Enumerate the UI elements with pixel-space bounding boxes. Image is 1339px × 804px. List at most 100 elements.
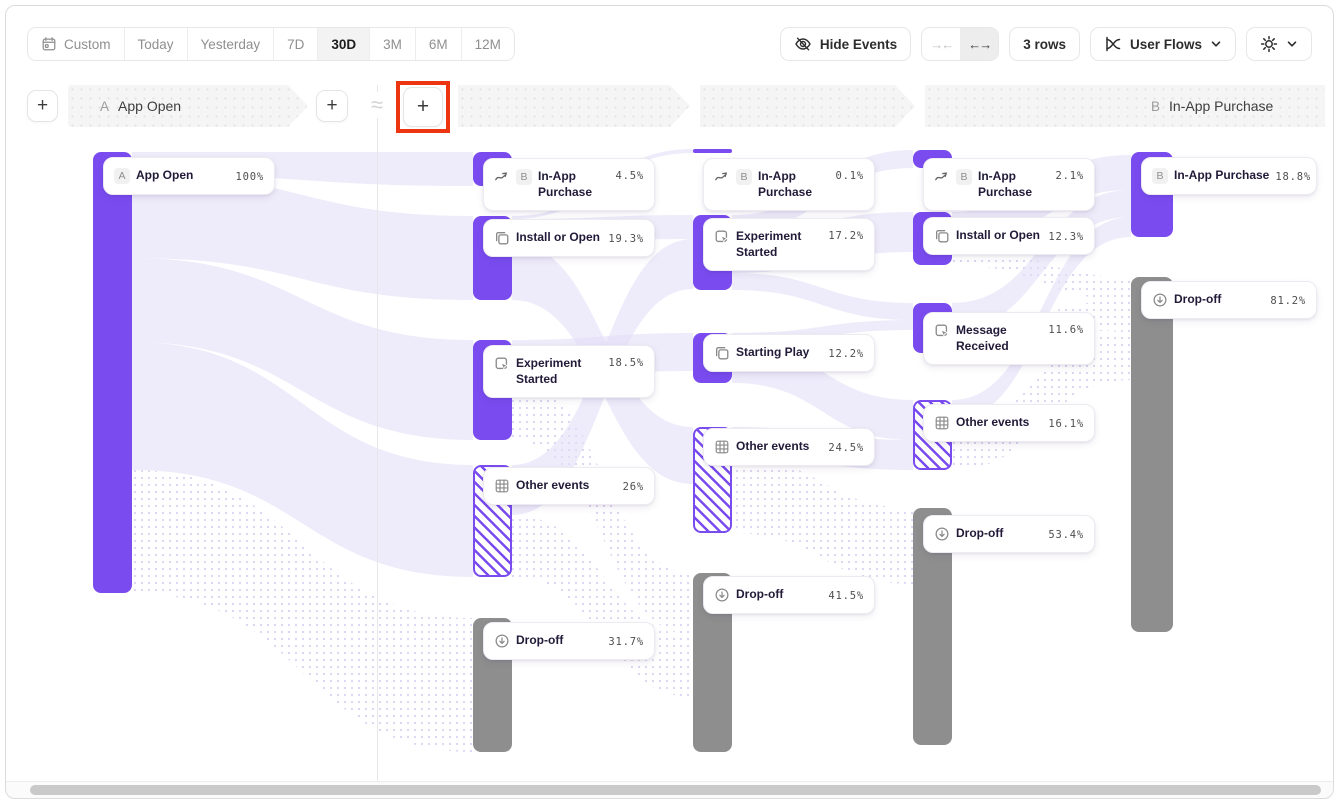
flow-node-install-or-open-col2[interactable]: Install or Open19.3% — [483, 219, 655, 257]
flow-node-in-app-purchase-col5[interactable]: BIn-App Purchase18.8% — [1141, 157, 1317, 195]
date-range-label: 30D — [331, 37, 356, 52]
date-range-yesterday[interactable]: Yesterday — [188, 28, 275, 60]
flow-node-install-or-open-col4[interactable]: Install or Open 12.3% — [923, 217, 1095, 255]
flow-node-drop-off-col4[interactable]: Drop-off53.4% — [923, 515, 1095, 553]
node-percentage: 53.4% — [1048, 529, 1084, 541]
node-label: Drop-off — [736, 587, 822, 603]
step-band-empty-2[interactable] — [700, 85, 915, 127]
flow-node-in-app-purchase-col2[interactable]: BIn-App Purchase4.5% — [483, 158, 655, 211]
flow-node-experiment-started-col2[interactable]: Experiment Started18.5% — [483, 345, 655, 398]
flow-link-dropoff — [732, 457, 913, 584]
flow-node-drop-off-col5[interactable]: Drop-off 81.2% — [1141, 281, 1317, 319]
add-step-button-middle[interactable]: + — [316, 90, 348, 122]
flow-node-in-app-purchase-col4[interactable]: BIn-App Purchase2.1% — [923, 158, 1095, 211]
flow-node-in-app-purchase-col3[interactable]: B In-App Purchase 0.1% — [703, 158, 875, 211]
date-range-group: Custom Today Yesterday 7D 30D 3M 6M 12M — [27, 27, 515, 61]
date-range-label: Yesterday — [201, 37, 261, 52]
copy-icon — [714, 345, 730, 361]
flow-node-other-events-col4[interactable]: Other events16.1% — [923, 404, 1095, 442]
grid-icon — [714, 439, 730, 455]
node-label: Other events — [516, 478, 617, 494]
copy-icon — [934, 228, 950, 244]
node-percentage: 12.2% — [828, 348, 864, 360]
steps-header: + A App Open + ≈ + B In-App Purchase — [0, 85, 1339, 127]
flow-node-app-open-col1[interactable]: AApp Open100% — [103, 157, 275, 195]
trend-arrow-icon — [934, 169, 950, 185]
node-label: Other events — [736, 439, 822, 455]
flow-bar-in-app-purchase-col3[interactable] — [693, 149, 732, 153]
node-percentage: 100% — [236, 171, 265, 183]
horizontal-scrollbar-thumb[interactable] — [30, 785, 1321, 795]
settings-button[interactable] — [1246, 27, 1312, 61]
node-label: Install or Open — [956, 228, 1042, 244]
node-label: Starting Play — [736, 345, 822, 361]
view-selector-button[interactable]: User Flows — [1090, 27, 1236, 61]
flow-node-other-events-col3[interactable]: Other events 24.5% — [703, 428, 875, 466]
flow-node-experiment-started-col3[interactable]: Experiment Started17.2% — [703, 218, 875, 271]
date-range-12m[interactable]: 12M — [462, 28, 514, 60]
step-badge: B — [1151, 99, 1160, 114]
step-label: In-App Purchase — [1169, 98, 1273, 114]
flow-node-other-events-col2[interactable]: Other events 26% — [483, 467, 655, 505]
node-label: App Open — [136, 168, 230, 184]
view-selector-label: User Flows — [1130, 37, 1202, 52]
step-band-app-open[interactable]: A App Open — [68, 85, 308, 127]
eye-off-icon — [794, 35, 812, 53]
node-percentage: 16.1% — [1048, 418, 1084, 430]
event-badge: B — [736, 169, 752, 185]
date-range-label: 6M — [429, 37, 448, 52]
date-range-today[interactable]: Today — [125, 28, 188, 60]
add-step-button-highlighted[interactable]: + — [403, 87, 443, 127]
node-label: Drop-off — [1174, 292, 1264, 308]
date-range-label: Custom — [64, 37, 111, 52]
date-range-3m[interactable]: 3M — [370, 28, 416, 60]
date-range-custom[interactable]: Custom — [28, 28, 125, 60]
flow-node-drop-off-col2[interactable]: Drop-off31.7% — [483, 622, 655, 660]
node-label: Message Received — [956, 323, 1042, 354]
collapse-columns-button[interactable]: →← — [922, 28, 960, 60]
node-percentage: 12.3% — [1048, 231, 1084, 243]
node-percentage: 17.2% — [828, 230, 864, 242]
node-label: In-App Purchase — [978, 169, 1050, 200]
add-step-button-left[interactable]: + — [27, 90, 58, 122]
expand-columns-button[interactable]: ←→ — [960, 28, 998, 60]
flow-bar-app-open-col1[interactable] — [93, 152, 132, 593]
click-icon — [714, 229, 730, 245]
click-icon — [494, 356, 510, 372]
node-percentage: 0.1% — [836, 170, 865, 182]
calendar-icon — [41, 36, 57, 52]
horizontal-scrollbar-track — [6, 781, 1333, 798]
rows-label: 3 rows — [1023, 37, 1066, 52]
date-range-6m[interactable]: 6M — [416, 28, 462, 60]
flow-bar-drop-off-col5[interactable] — [1131, 277, 1173, 632]
toolbar-right-group: Hide Events →← ←→ 3 rows User Flows — [780, 27, 1312, 61]
node-percentage: 11.6% — [1048, 324, 1084, 336]
flow-node-starting-play-col3[interactable]: Starting Play 12.2% — [703, 334, 875, 372]
date-range-label: 12M — [475, 37, 501, 52]
node-percentage: 81.2% — [1270, 295, 1306, 307]
node-percentage: 18.5% — [608, 357, 644, 369]
node-percentage: 24.5% — [828, 442, 864, 454]
date-range-30d[interactable]: 30D — [318, 28, 370, 60]
step-badge: A — [100, 99, 109, 114]
drop-off-icon — [494, 633, 510, 649]
drop-off-icon — [1152, 292, 1168, 308]
hide-events-button[interactable]: Hide Events — [780, 27, 911, 61]
node-percentage: 26% — [623, 481, 644, 493]
flow-node-message-received-col4[interactable]: Message Received 11.6% — [923, 312, 1095, 365]
chevron-down-icon — [1286, 38, 1298, 50]
rows-button[interactable]: 3 rows — [1009, 27, 1080, 61]
flow-node-drop-off-col3[interactable]: Drop-off41.5% — [703, 576, 875, 614]
node-percentage: 18.8% — [1275, 171, 1311, 183]
event-badge: B — [516, 169, 532, 185]
step-band-empty-1[interactable] — [458, 85, 690, 127]
node-percentage: 31.7% — [608, 636, 644, 648]
flows-chart-icon — [1104, 35, 1122, 53]
date-range-7d[interactable]: 7D — [274, 28, 318, 60]
trend-arrow-icon — [494, 169, 510, 185]
event-badge: B — [1152, 168, 1168, 184]
step-band-in-app-purchase[interactable]: B In-App Purchase — [925, 85, 1325, 127]
chevron-down-icon — [1210, 38, 1222, 50]
node-label: In-App Purchase — [758, 169, 830, 200]
drop-off-icon — [714, 587, 730, 603]
